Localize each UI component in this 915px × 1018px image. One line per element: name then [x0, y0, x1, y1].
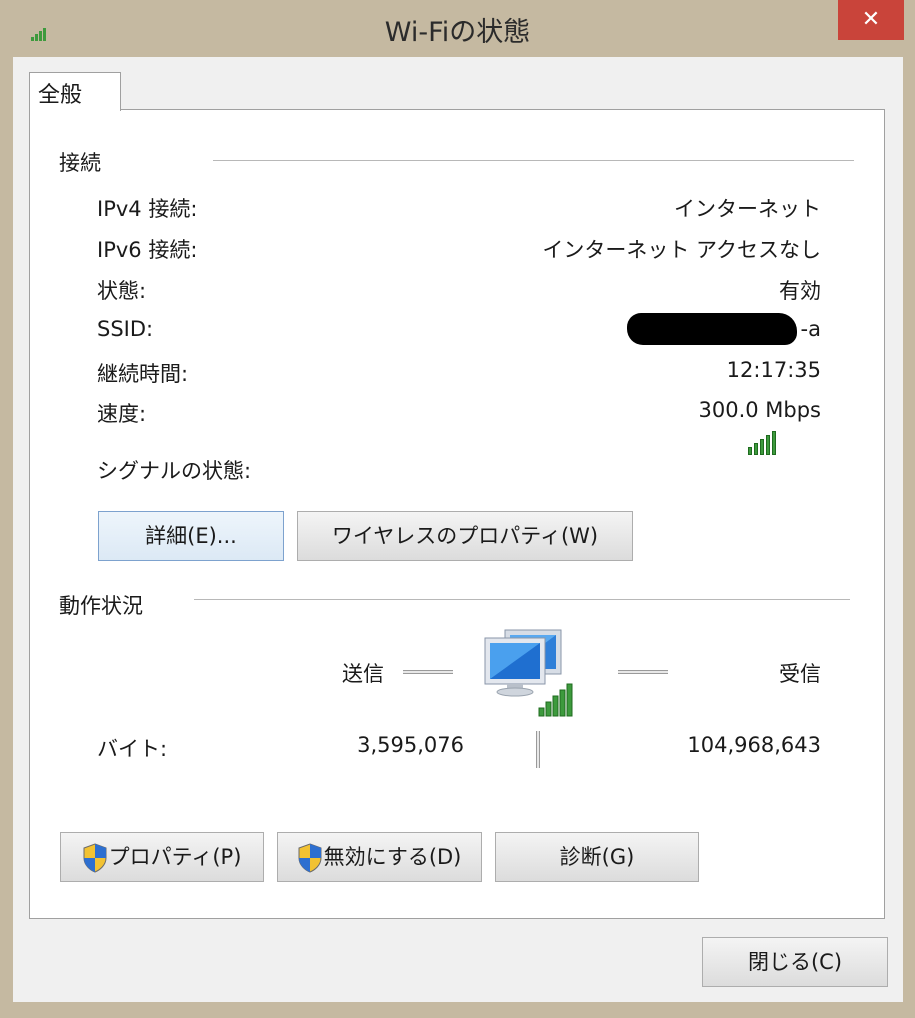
ssid-label: SSID:	[97, 317, 154, 341]
title-bar[interactable]: Wi-Fiの状態 ✕	[0, 0, 915, 58]
ssid-redaction	[627, 313, 797, 345]
close-icon: ✕	[861, 7, 881, 32]
ipv6-value: インターネット アクセスなし	[542, 238, 821, 262]
diagnose-button[interactable]: 診断(G)	[495, 832, 699, 882]
section-divider	[213, 160, 854, 161]
duration-label: 継続時間:	[97, 362, 189, 386]
speed-label: 速度:	[97, 402, 147, 426]
wireless-properties-button[interactable]: ワイヤレスのプロパティ(W)	[297, 511, 633, 561]
received-label: 受信	[779, 662, 821, 686]
details-button[interactable]: 詳細(E)...	[98, 511, 284, 561]
state-value: 有効	[779, 279, 821, 303]
activity-section-title: 動作状況	[59, 594, 143, 618]
wifi-status-window: Wi-Fiの状態 ✕ 全般 接続 IPv4 接続: インターネット IPv6 接…	[0, 0, 915, 1018]
uac-shield-icon	[83, 843, 107, 873]
sent-activity-line	[403, 670, 453, 674]
signal-strength-icon	[748, 430, 778, 455]
disable-button-label: 無効にする(D)	[323, 845, 462, 869]
ipv4-value: インターネット	[674, 197, 821, 221]
speed-value: 300.0 Mbps	[698, 398, 821, 422]
signal-label: シグナルの状態:	[97, 459, 252, 483]
bytes-sent-value: 3,595,076	[357, 733, 464, 757]
close-window-button[interactable]: ✕	[838, 0, 904, 40]
sent-label: 送信	[342, 662, 384, 686]
properties-button-label: プロパティ(P)	[108, 845, 242, 869]
bytes-separator	[536, 731, 540, 768]
network-computers-icon	[484, 629, 573, 717]
tab-general[interactable]: 全般	[29, 72, 121, 111]
uac-shield-icon	[298, 843, 322, 873]
disable-button[interactable]: 無効にする(D)	[277, 832, 482, 882]
bytes-label: バイト:	[97, 737, 168, 761]
ipv6-label: IPv6 接続:	[97, 238, 198, 262]
state-label: 状態:	[97, 279, 147, 303]
close-button[interactable]: 閉じる(C)	[702, 937, 888, 987]
window-title: Wi-Fiの状態	[384, 17, 531, 48]
connection-section-title: 接続	[59, 151, 101, 175]
duration-value: 12:17:35	[726, 358, 821, 382]
ipv4-label: IPv4 接続:	[97, 197, 198, 221]
received-activity-line	[618, 670, 668, 674]
bytes-received-value: 104,968,643	[687, 733, 821, 757]
ssid-value: -a	[800, 317, 821, 341]
section-divider	[194, 599, 850, 600]
properties-button[interactable]: プロパティ(P)	[60, 832, 264, 882]
